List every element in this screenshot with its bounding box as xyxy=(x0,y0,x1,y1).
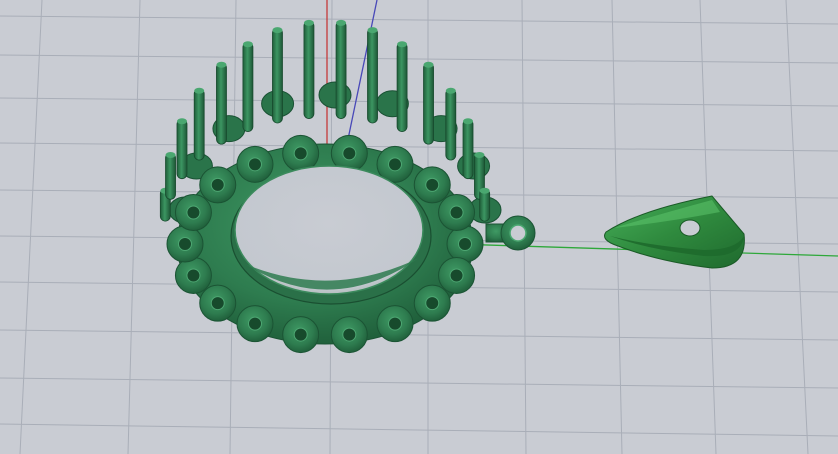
gallery-hole xyxy=(248,157,262,172)
gallery-band[interactable] xyxy=(166,134,484,354)
gallery-hole xyxy=(342,146,357,161)
bail-hole xyxy=(679,219,701,237)
prong xyxy=(423,62,434,145)
grid-line xyxy=(0,423,838,437)
prong xyxy=(445,88,457,161)
pendant-gallery[interactable] xyxy=(159,19,502,354)
gallery-hole xyxy=(458,237,472,251)
prong xyxy=(216,62,227,145)
gallery-hole xyxy=(449,205,464,220)
prong-tip xyxy=(216,61,227,68)
prong xyxy=(176,118,188,180)
prong xyxy=(242,41,254,133)
3d-viewport[interactable] xyxy=(0,0,838,454)
bail-body xyxy=(604,195,745,269)
prong xyxy=(367,27,378,124)
bail-loop-hole xyxy=(509,224,527,242)
prong-tip xyxy=(367,27,378,34)
grid-line xyxy=(785,0,809,454)
prong-tip xyxy=(176,118,187,125)
prong-tip xyxy=(336,19,347,26)
prong xyxy=(193,88,205,161)
prong-tip xyxy=(397,41,408,48)
gallery-hole xyxy=(293,327,308,342)
gallery-hole xyxy=(248,316,262,331)
prong-tip xyxy=(445,87,456,94)
prong xyxy=(303,20,315,119)
prong-tip xyxy=(474,152,485,159)
prong-tip xyxy=(463,118,474,125)
prong-tip xyxy=(423,61,434,68)
gallery-hole xyxy=(186,268,201,283)
prong-tip xyxy=(272,27,283,34)
prong xyxy=(396,41,408,133)
gallery-hole xyxy=(178,237,192,251)
gallery-hole xyxy=(293,146,308,161)
bail[interactable] xyxy=(604,195,745,269)
grid-line xyxy=(0,15,838,25)
prong-tip xyxy=(165,152,176,159)
gallery-hole xyxy=(388,157,402,172)
prong xyxy=(462,118,474,180)
gallery-hole xyxy=(186,205,201,220)
gallery-hole xyxy=(425,177,440,192)
grid-line xyxy=(0,142,838,152)
prong xyxy=(165,152,176,200)
gallery-hole xyxy=(388,316,402,331)
gallery-hole xyxy=(210,296,225,311)
grid-line xyxy=(19,0,43,454)
grid-line xyxy=(0,97,838,107)
gallery-hole xyxy=(342,327,357,342)
grid-line xyxy=(0,54,838,64)
prong-tip xyxy=(303,19,314,26)
inner-opening xyxy=(234,165,424,295)
viewport-canvas[interactable] xyxy=(0,0,838,454)
prong-tip xyxy=(242,41,253,48)
grid-line xyxy=(0,377,838,389)
prong xyxy=(335,20,347,119)
grid-line xyxy=(127,0,141,454)
prong-tip xyxy=(479,187,490,194)
prong xyxy=(272,27,283,124)
gallery-hole xyxy=(425,296,440,311)
prong-tip xyxy=(194,87,205,94)
gallery-hole xyxy=(449,268,464,283)
gallery-hole xyxy=(210,177,225,192)
